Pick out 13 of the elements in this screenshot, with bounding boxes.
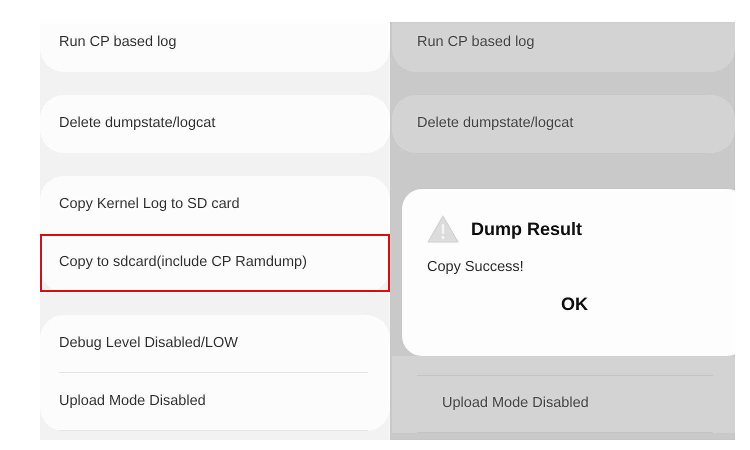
menu-item[interactable]: Run CP based log — [59, 32, 176, 54]
menu-item[interactable]: Run CP based log — [417, 32, 534, 54]
warning-icon — [427, 215, 459, 243]
menu-item[interactable]: Delete dumpstate/logcat — [59, 113, 216, 135]
menu-item[interactable]: Debug Level Disabled/LOW — [59, 332, 238, 354]
menu-item[interactable]: Copy to sdcard(include CP Ramdump) — [59, 252, 307, 274]
ok-button[interactable]: OK — [551, 286, 598, 322]
menu-item[interactable]: Copy Kernel Log to SD card — [59, 194, 240, 216]
menu-item[interactable]: Upload Mode Disabled — [59, 390, 206, 412]
menu-item[interactable]: Delete dumpstate/logcat — [417, 113, 574, 135]
menu-item[interactable]: Upload Mode Disabled — [442, 393, 589, 415]
dialog-message: Copy Success! — [427, 258, 525, 277]
dialog-title: Dump Result — [471, 218, 582, 241]
